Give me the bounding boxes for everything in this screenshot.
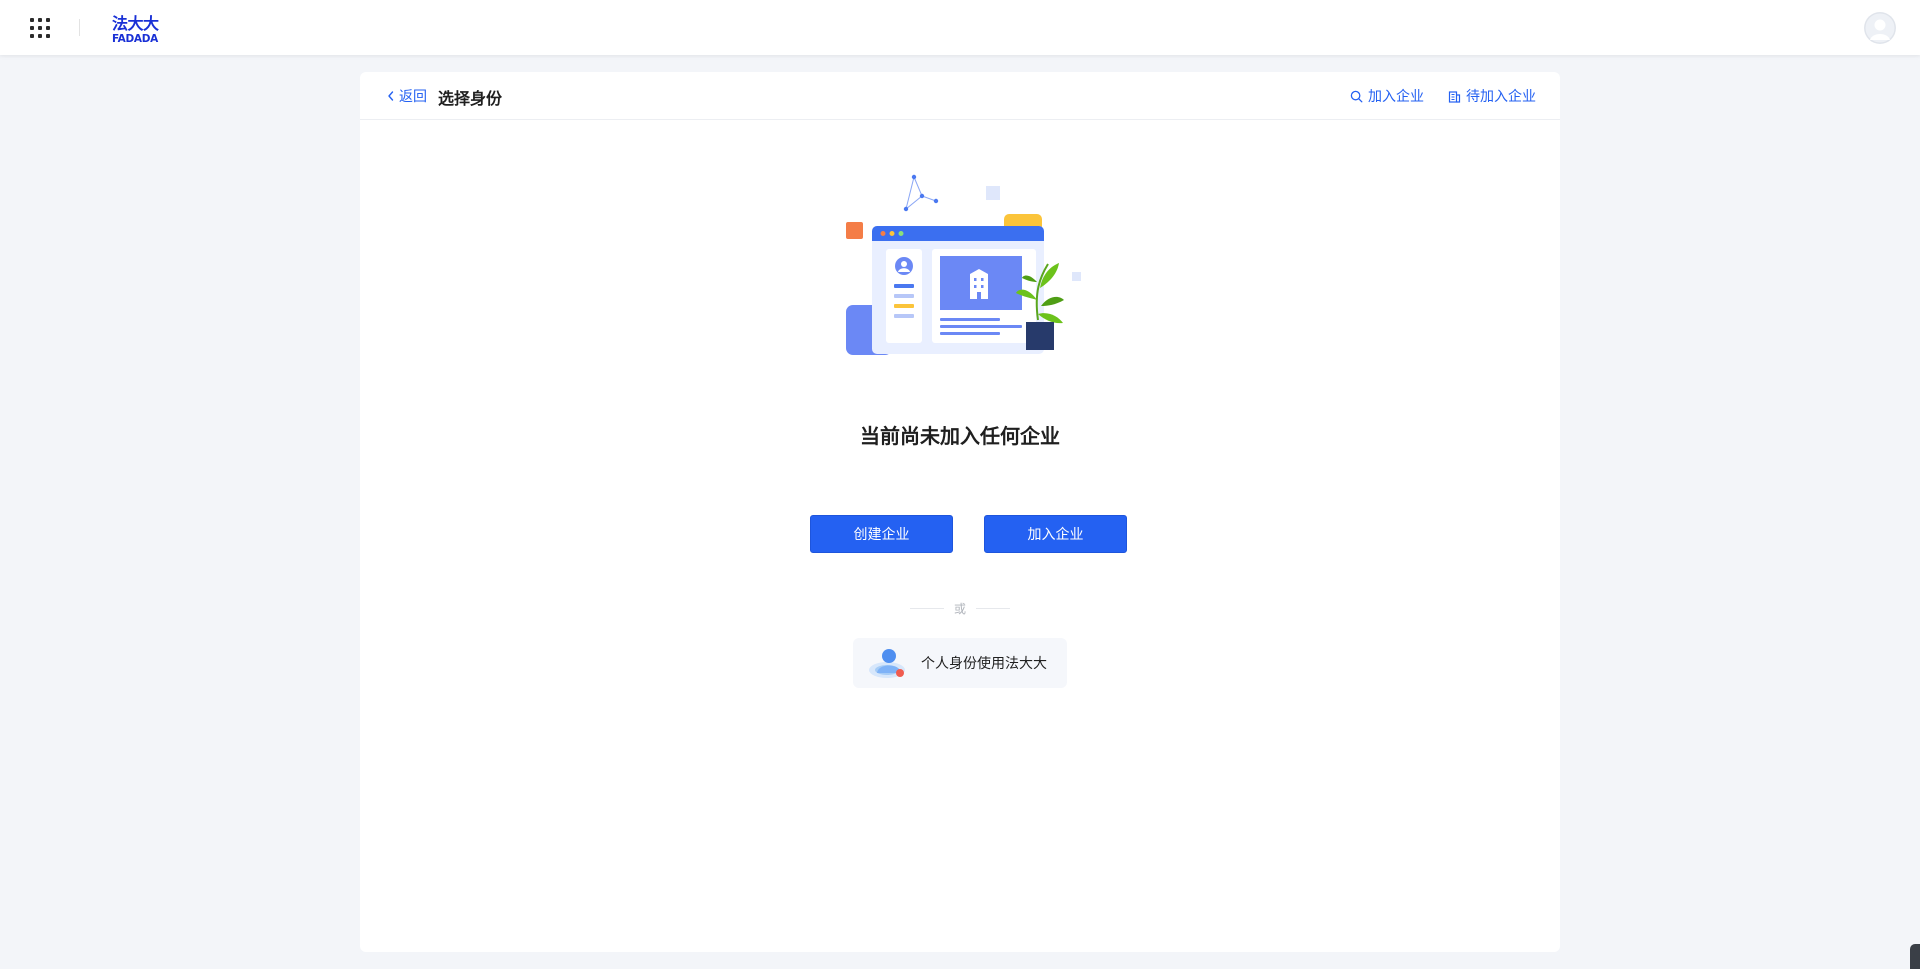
fadada-logo[interactable]: 法大大 FADADA bbox=[112, 13, 172, 45]
join-enterprise-link[interactable]: 加入企业 bbox=[1350, 87, 1424, 105]
pending-enterprise-link-label: 待加入企业 bbox=[1466, 89, 1536, 105]
network-nodes-icon bbox=[903, 174, 939, 212]
svg-text:法大大: 法大大 bbox=[112, 14, 159, 33]
back-button[interactable]: 返回 bbox=[386, 86, 427, 106]
chevron-left-icon bbox=[388, 91, 394, 101]
side-drawer-handle[interactable] bbox=[1910, 944, 1920, 969]
select-identity-card: 返回 选择身份 加入企业 待加入企业 当前尚未加入任何企业 创建企业 加入企业 … bbox=[360, 72, 1560, 952]
back-label: 返回 bbox=[399, 89, 427, 105]
join-enterprise-button[interactable]: 加入企业 bbox=[984, 515, 1127, 553]
building-list-icon bbox=[1448, 90, 1461, 103]
or-divider: 或 bbox=[910, 600, 1011, 616]
empty-state-title: 当前尚未加入任何企业 bbox=[860, 424, 1060, 448]
apps-grid-icon[interactable] bbox=[30, 18, 50, 38]
page-title: 选择身份 bbox=[438, 89, 503, 108]
pending-enterprise-link[interactable]: 待加入企业 bbox=[1448, 87, 1536, 105]
or-label: 或 bbox=[954, 601, 967, 616]
card-header: 返回 选择身份 加入企业 待加入企业 bbox=[360, 72, 1560, 120]
svg-text:FADADA: FADADA bbox=[112, 33, 159, 45]
personal-user-icon bbox=[869, 649, 905, 678]
join-enterprise-link-label: 加入企业 bbox=[1368, 89, 1424, 105]
divider-line-right bbox=[976, 607, 1011, 609]
personal-option-label: 个人身份使用法大大 bbox=[921, 656, 1047, 672]
divider-line-left bbox=[910, 607, 944, 609]
user-avatar-icon[interactable] bbox=[1864, 12, 1896, 44]
search-icon bbox=[1350, 90, 1363, 102]
topbar-divider bbox=[79, 19, 80, 36]
personal-identity-option[interactable]: 个人身份使用法大大 bbox=[853, 638, 1067, 688]
empty-enterprise-illustration bbox=[846, 174, 1081, 355]
top-bar: 法大大 FADADA bbox=[0, 0, 1920, 55]
create-enterprise-button[interactable]: 创建企业 bbox=[810, 515, 953, 553]
